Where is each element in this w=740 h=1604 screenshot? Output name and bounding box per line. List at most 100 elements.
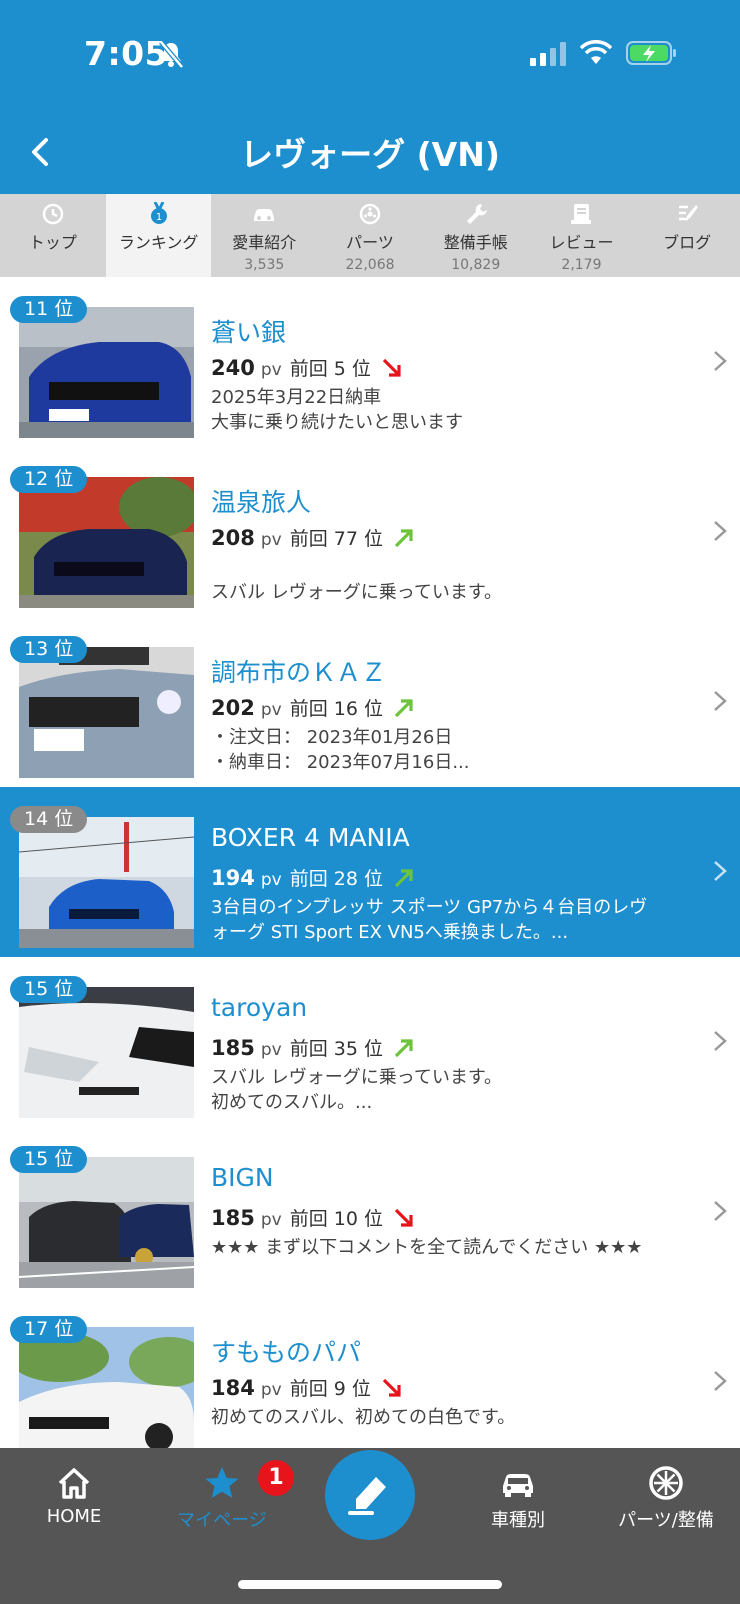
medal-icon: 1 [150,202,167,224]
car-photo [19,817,194,948]
blog-icon [679,205,699,221]
wheel-icon [359,203,381,225]
description-line: スバル レヴォーグに乗っています。 [211,1067,503,1088]
ranking-row[interactable]: 11 位 蒼い銀 240 pv 前回 5 位 2025年3月22日納車 大事に乗… [0,277,740,447]
nav-parts-label: パーツ/整備 [618,1510,714,1531]
chevron-right-icon [714,1031,727,1051]
rank-badge: 15 位 [10,976,88,1003]
pv-stats: 194 pv 前回 28 位 [211,864,415,891]
tab-parts[interactable]: パーツ 22,068 [317,194,423,277]
notification-badge: 1 [258,1460,294,1496]
chevron-right-icon [714,1201,727,1221]
description: スバル レヴォーグに乗っています。 初めてのスバル。... [211,1065,701,1115]
pv-stats: 240 pv 前回 5 位 [211,354,403,381]
ranking-row[interactable]: 13 位 調布市のＫＡＺ 202 pv 前回 16 位 ・注文日： 2023年0… [0,617,740,787]
rank-badge: 11 位 [10,296,88,323]
description-line: 初めてのスバル。... [211,1092,373,1113]
svg-text:1: 1 [155,212,161,223]
previous-rank: 前回 16 位 [289,698,383,720]
previous-rank: 前回 77 位 [289,528,383,550]
status-time: 7:05 [84,34,169,73]
description-line: 3台目のインプレッサ スポーツ GP7から４台目のレヴ [211,897,648,918]
tab-label: トップ [28,233,77,252]
pen-icon [348,1477,386,1515]
chevron-right-icon [714,351,727,371]
chevron-right-icon [714,521,727,541]
car-photo [19,1327,194,1458]
description: ★★★ まず以下コメントを全て読んでください ★★★ [211,1235,701,1260]
trend-down-arrow-icon [382,358,401,377]
battery-charging-icon [626,41,676,65]
description: スバル レヴォーグに乗っています。 [211,555,701,605]
car-icon [503,1474,533,1497]
ranking-row-selected[interactable]: 14 位 BOXER 4 MANIA 194 pv 前回 28 位 3台目のイン… [0,787,740,957]
previous-rank: 前回 10 位 [289,1208,383,1230]
ranking-row[interactable]: 15 位 taroyan 185 pv 前回 35 位 スバル レヴォーグに乗っ… [0,957,740,1127]
description-line: スバル レヴォーグに乗っています。 [211,582,503,603]
user-name: 温泉旅人 [211,488,312,517]
pv-count: 185 [211,1206,255,1230]
pv-stats: 184 pv 前回 9 位 [211,1374,403,1401]
tab-ranking[interactable]: 1 ランキング [105,194,212,277]
car-photo [19,987,194,1118]
previous-rank: 前回 28 位 [289,868,383,890]
trend-up-arrow-icon [394,698,413,717]
pv-unit: pv [260,870,282,890]
tab-label: ブログ [663,233,712,252]
pv-count: 184 [211,1376,255,1400]
pv-count: 185 [211,1036,255,1060]
description: 3台目のインプレッサ スポーツ GP7から４台目のレヴ ォーグ STI Spor… [211,895,701,945]
car-photo [19,477,194,608]
nav-car-types[interactable]: 車種別 [444,1464,592,1532]
car-icon [254,209,275,221]
user-name: BIGN [211,1163,274,1192]
wifi-icon [580,40,612,64]
pv-unit: pv [260,530,282,550]
pv-unit: pv [260,700,282,720]
tab-count: 3,535 [244,257,285,273]
tab-car-intro[interactable]: 愛車紹介 3,535 [211,194,317,277]
pv-unit: pv [260,1210,282,1230]
star-icon [205,1467,239,1498]
pv-unit: pv [260,1380,282,1400]
tab-top[interactable]: トップ [0,194,106,277]
review-icon [571,204,592,224]
description-line: ・納車日： 2023年07月16日... [211,752,470,773]
chevron-right-icon [714,1371,727,1391]
pv-unit: pv [260,1040,282,1060]
tab-review[interactable]: レビュー 2,179 [529,194,635,277]
trend-up-arrow-icon [394,528,413,547]
ranking-row[interactable]: 12 位 温泉旅人 208 pv 前回 77 位 スバル レヴォーグに乗っていま… [0,447,740,617]
previous-rank: 前回 5 位 [289,358,371,380]
description-line: ★★★ まず以下コメントを全て読んでください ★★★ [211,1237,643,1258]
user-name: すもものパパ [211,1338,362,1367]
trend-down-arrow-icon [382,1378,401,1397]
description: ・注文日： 2023年01月26日 ・納車日： 2023年07月16日... [211,725,701,775]
pv-stats: 185 pv 前回 10 位 [211,1204,415,1231]
tab-maintenance[interactable]: 整備手帳 10,829 [423,194,529,277]
pv-count: 202 [211,696,255,720]
description-line: ・注文日： 2023年01月26日 [211,727,453,748]
trend-down-arrow-icon [394,1208,413,1227]
nav-home[interactable]: HOME [0,1464,148,1527]
tab-count: 10,829 [451,257,501,273]
tab-label: パーツ [346,233,394,252]
rank-badge: 14 位 [10,806,88,833]
user-name: 蒼い銀 [211,318,287,347]
chevron-right-icon [714,861,727,881]
user-name: BOXER 4 MANIA [211,823,410,852]
ranking-row[interactable]: 17 位 すもものパパ 184 pv 前回 9 位 初めてのスバル、初めての白色… [0,1297,740,1467]
rank-badge: 15 位 [10,1146,88,1173]
rank-badge: 17 位 [10,1316,88,1343]
nav-parts[interactable]: パーツ/整備 [592,1464,740,1532]
nav-home-label: HOME [46,1506,102,1527]
description: 初めてのスバル、初めての白色です。 [211,1405,701,1430]
app-screen: 7:05 レヴォーグ (VN) トップ 1 ランキング 愛車紹介 3,535 パ… [0,0,740,1604]
compose-button[interactable] [325,1450,415,1540]
ranking-row[interactable]: 15 位 BIGN 185 pv 前回 10 位 ★★★ まず以下コメントを全て… [0,1127,740,1297]
signal-icon [530,42,566,66]
pv-count: 240 [211,356,255,380]
ranking-list: 11 位 蒼い銀 240 pv 前回 5 位 2025年3月22日納車 大事に乗… [0,277,740,1467]
tab-blog[interactable]: ブログ [634,194,740,277]
user-name: 調布市のＫＡＺ [211,658,387,687]
